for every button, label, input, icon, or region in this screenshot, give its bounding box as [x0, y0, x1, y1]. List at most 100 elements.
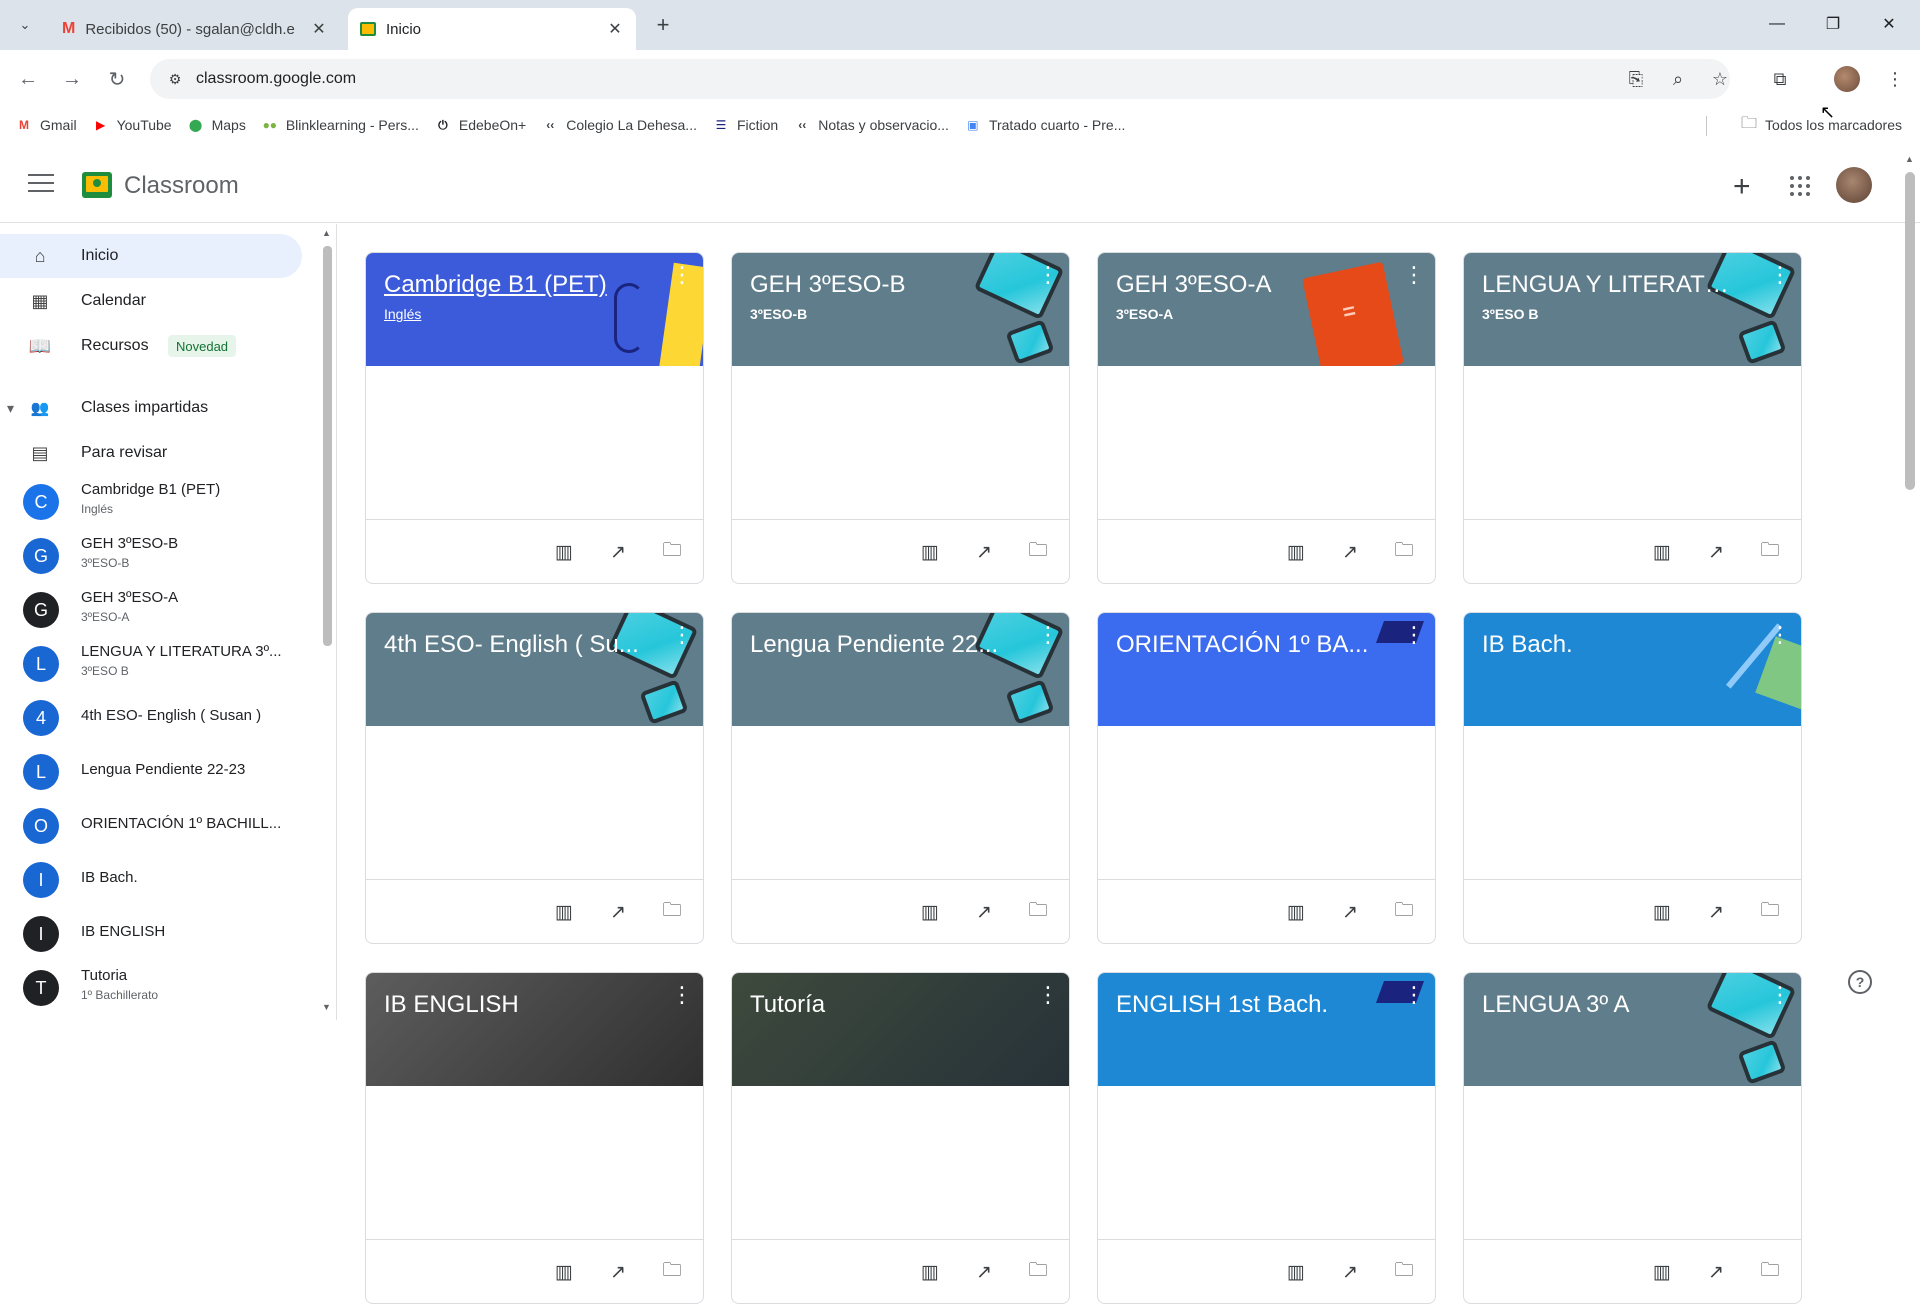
- bookmark-item[interactable]: ⏻ EdebeOn+: [434, 117, 526, 133]
- insights-icon[interactable]: ↗: [606, 900, 630, 924]
- folder-icon[interactable]: 🗀: [660, 540, 684, 564]
- class-card-title[interactable]: Tutoría: [750, 991, 1010, 1019]
- main-menu-icon[interactable]: [28, 174, 54, 194]
- extensions-icon[interactable]: ⧉: [1767, 66, 1793, 92]
- gradebook-icon[interactable]: ▥: [918, 540, 942, 564]
- class-card[interactable]: Cambridge B1 (PET) Inglés ⋮ ▥ ↗ 🗀: [365, 252, 704, 584]
- class-card-banner[interactable]: GEH 3ºESO-B 3ºESO-B ⋮: [732, 253, 1069, 366]
- classroom-logo[interactable]: [82, 172, 112, 198]
- gradebook-icon[interactable]: ▥: [1650, 900, 1674, 924]
- class-card[interactable]: LENGUA 3º A ⋮ ▥ ↗ 🗀: [1463, 972, 1802, 1304]
- bookmark-item[interactable]: ▶ YouTube: [92, 117, 172, 133]
- folder-icon[interactable]: 🗀: [1392, 900, 1416, 924]
- more-options-icon[interactable]: ⋮: [671, 624, 693, 646]
- menu-kebab-icon[interactable]: ⋮: [1882, 66, 1908, 92]
- insights-icon[interactable]: ↗: [606, 540, 630, 564]
- bookmark-item[interactable]: ‹‹ Notas y observacio...: [793, 117, 949, 133]
- more-options-icon[interactable]: ⋮: [671, 984, 693, 1006]
- sidebar-class-item[interactable]: C Cambridge B1 (PET) Inglés: [0, 475, 302, 529]
- folder-icon[interactable]: 🗀: [1758, 540, 1782, 564]
- scroll-up-arrow-icon[interactable]: ▲: [322, 228, 331, 238]
- class-card[interactable]: IB Bach. ⋮ ▥ ↗ 🗀: [1463, 612, 1802, 944]
- class-card-banner[interactable]: GEH 3ºESO-A 3ºESO-A ⋮: [1098, 253, 1435, 366]
- class-card-section[interactable]: Inglés: [384, 306, 421, 322]
- forward-button[interactable]: →: [58, 65, 86, 93]
- folder-icon[interactable]: 🗀: [1392, 1260, 1416, 1284]
- folder-icon[interactable]: 🗀: [1758, 1260, 1782, 1284]
- gradebook-icon[interactable]: ▥: [918, 1260, 942, 1284]
- class-card[interactable]: 4th ESO- English ( Su... ⋮ ▥ ↗ 🗀: [365, 612, 704, 944]
- scroll-down-arrow-icon[interactable]: ▼: [322, 1002, 331, 1012]
- insights-icon[interactable]: ↗: [1338, 540, 1362, 564]
- expand-triangle-icon[interactable]: ▾: [7, 400, 14, 417]
- class-card-banner[interactable]: Cambridge B1 (PET) Inglés ⋮: [366, 253, 703, 366]
- back-button[interactable]: ←: [14, 65, 42, 93]
- sidebar-item-recursos[interactable]: 📖 Recursos Novedad: [0, 324, 302, 368]
- class-card-title[interactable]: GEH 3ºESO-B: [750, 271, 1010, 299]
- help-icon[interactable]: ?: [1848, 970, 1872, 994]
- gradebook-icon[interactable]: ▥: [552, 900, 576, 924]
- folder-icon[interactable]: 🗀: [660, 900, 684, 924]
- site-settings-icon[interactable]: ⚙: [160, 71, 190, 88]
- sidebar-item-calendar[interactable]: ▦ Calendar: [0, 279, 302, 323]
- more-options-icon[interactable]: ⋮: [1037, 624, 1059, 646]
- bookmark-item[interactable]: ⬤ Maps: [187, 117, 246, 133]
- bookmark-item[interactable]: ●● Blinklearning - Pers...: [261, 117, 419, 133]
- class-card-banner[interactable]: 4th ESO- English ( Su... ⋮: [366, 613, 703, 726]
- more-options-icon[interactable]: ⋮: [671, 264, 693, 286]
- close-icon[interactable]: ✕: [606, 19, 624, 39]
- folder-icon[interactable]: 🗀: [1392, 540, 1416, 564]
- new-tab-button[interactable]: +: [650, 12, 676, 38]
- scroll-up-arrow-icon[interactable]: ▲: [1905, 154, 1914, 164]
- folder-icon[interactable]: 🗀: [1758, 900, 1782, 924]
- class-card-title[interactable]: LENGUA 3º A: [1482, 991, 1742, 1019]
- create-join-plus-icon[interactable]: +: [1733, 170, 1751, 204]
- tab-search-chevron-icon[interactable]: ⌄: [13, 13, 37, 37]
- sidebar-class-item[interactable]: G GEH 3ºESO-A 3ºESO-A: [0, 583, 302, 637]
- tab-classroom[interactable]: Inicio ✕: [348, 8, 636, 50]
- class-card[interactable]: GEH 3ºESO-A 3ºESO-A ⋮ ▥ ↗ 🗀: [1097, 252, 1436, 584]
- gradebook-icon[interactable]: ▥: [1284, 900, 1308, 924]
- close-icon[interactable]: ✕: [310, 19, 328, 39]
- insights-icon[interactable]: ↗: [1338, 900, 1362, 924]
- tab-gmail[interactable]: M Recibidos (50) - sgalan@cldh.e ✕: [50, 8, 340, 50]
- folder-icon[interactable]: 🗀: [1026, 900, 1050, 924]
- more-options-icon[interactable]: ⋮: [1403, 624, 1425, 646]
- bookmark-star-icon[interactable]: ☆: [1707, 66, 1733, 92]
- class-card-title[interactable]: ORIENTACIÓN 1º BA...: [1116, 631, 1376, 659]
- gradebook-icon[interactable]: ▥: [1284, 540, 1308, 564]
- zoom-icon[interactable]: ⌕: [1665, 66, 1691, 92]
- gradebook-icon[interactable]: ▥: [552, 540, 576, 564]
- more-options-icon[interactable]: ⋮: [1769, 264, 1791, 286]
- gradebook-icon[interactable]: ▥: [552, 1260, 576, 1284]
- insights-icon[interactable]: ↗: [1704, 900, 1728, 924]
- more-options-icon[interactable]: ⋮: [1403, 984, 1425, 1006]
- sidebar-item-to-review[interactable]: ▤ Para revisar: [0, 431, 302, 475]
- sidebar-item-teaching[interactable]: ▾ 👥 Clases impartidas: [0, 386, 302, 430]
- more-options-icon[interactable]: ⋮: [1769, 984, 1791, 1006]
- insights-icon[interactable]: ↗: [972, 1260, 996, 1284]
- class-card[interactable]: Lengua Pendiente 22... ⋮ ▥ ↗ 🗀: [731, 612, 1070, 944]
- folder-icon[interactable]: 🗀: [1026, 540, 1050, 564]
- insights-icon[interactable]: ↗: [1338, 1260, 1362, 1284]
- sidebar-class-item[interactable]: I IB ENGLISH: [0, 907, 302, 961]
- class-card[interactable]: Tutoría ⋮ ▥ ↗ 🗀: [731, 972, 1070, 1304]
- class-card-title[interactable]: IB Bach.: [1482, 631, 1742, 659]
- sidebar-class-item[interactable]: L Lengua Pendiente 22-23: [0, 745, 302, 799]
- class-card-title[interactable]: 4th ESO- English ( Su...: [384, 631, 644, 659]
- more-options-icon[interactable]: ⋮: [1037, 984, 1059, 1006]
- gradebook-icon[interactable]: ▥: [1284, 1260, 1308, 1284]
- reload-button[interactable]: ↻: [103, 65, 131, 93]
- sidebar-class-item[interactable]: 4 4th ESO- English ( Susan ): [0, 691, 302, 745]
- sidebar-item-inicio[interactable]: ⌂ Inicio: [0, 234, 302, 278]
- class-card-title[interactable]: ENGLISH 1st Bach.: [1116, 991, 1376, 1019]
- class-card-banner[interactable]: ORIENTACIÓN 1º BA... ⋮: [1098, 613, 1435, 726]
- class-card-title[interactable]: IB ENGLISH: [384, 991, 644, 1019]
- scroll-thumb[interactable]: [1905, 172, 1915, 490]
- page-scrollbar[interactable]: ▲: [1900, 152, 1920, 1020]
- class-card[interactable]: GEH 3ºESO-B 3ºESO-B ⋮ ▥ ↗ 🗀: [731, 252, 1070, 584]
- more-options-icon[interactable]: ⋮: [1769, 624, 1791, 646]
- restore-button[interactable]: ❐: [1810, 8, 1856, 40]
- bookmark-item[interactable]: ☰ Fiction: [712, 117, 779, 133]
- sidebar-class-item[interactable]: O ORIENTACIÓN 1º BACHILL...: [0, 799, 302, 853]
